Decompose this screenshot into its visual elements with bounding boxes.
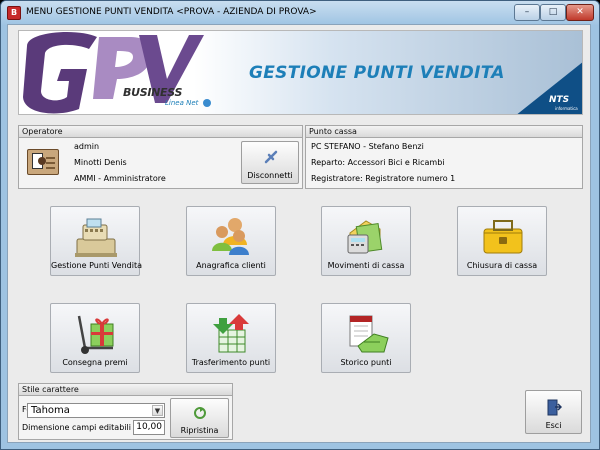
reset-button[interactable]: Ripristina (170, 398, 229, 438)
tile-movimenti-di-cassa[interactable]: Movimenti di cassa (321, 206, 411, 276)
stile-carattere-header: Stile carattere (18, 383, 233, 396)
operator-role: AMMI - Amministratore (74, 174, 166, 183)
font-select-value: Tahoma (31, 405, 70, 416)
tile-storico-punti[interactable]: Storico punti (321, 303, 411, 373)
minimize-icon: – (524, 7, 530, 17)
title-bar[interactable]: B MENU GESTIONE PUNTI VENDITA <PROVA - A… (1, 1, 599, 25)
disconnect-label: Disconnetti (247, 171, 293, 180)
operator-full-name: Minotti Denis (74, 158, 127, 167)
exit-door-icon (547, 399, 562, 416)
tile-label: Chiusura di cassa (466, 261, 538, 270)
disconnect-button[interactable]: Disconnetti (241, 141, 299, 184)
tile-label: Movimenti di cassa (327, 261, 405, 270)
operator-badge-icon (27, 149, 59, 175)
banner-business: BUSINESS (123, 86, 183, 99)
reset-label: Ripristina (180, 426, 219, 435)
close-button[interactable]: ✕ (566, 4, 594, 21)
exit-button[interactable]: Esci (525, 390, 582, 434)
operator-username: admin (74, 142, 100, 151)
tile-anagrafica-clienti[interactable]: Anagrafica clienti (186, 206, 276, 276)
size-input[interactable]: 10,00 (133, 420, 165, 435)
pc-registratore: Registratore: Registratore numero 1 (311, 174, 456, 183)
cash-movements-icon (347, 220, 383, 254)
reset-icon (194, 407, 206, 419)
tile-consegna-premi[interactable]: Consegna premi (50, 303, 140, 373)
tile-label: Anagrafica clienti (196, 261, 266, 270)
tile-gestione-punti-vendita[interactable]: Gestione Punti Vendita (50, 206, 142, 276)
linea-net-dot (203, 99, 211, 107)
nts-logo-sub: informatica (555, 106, 578, 111)
tile-label: Consegna premi (62, 358, 128, 367)
maximize-icon: □ (548, 7, 558, 17)
tile-label: Gestione Punti Vendita (51, 261, 142, 270)
tile-chiusura-di-cassa[interactable]: Chiusura di cassa (457, 206, 547, 276)
client-area: BUSINESS Linea Net GESTIONE PUNTI VENDIT… (7, 24, 591, 443)
banner-linea: Linea Net (165, 99, 199, 107)
customers-icon (212, 218, 249, 255)
cash-register-icon (75, 218, 117, 257)
pc-name: PC STEFANO - Stefano Benzi (311, 142, 424, 151)
size-label: Dimensione campi editabili (22, 423, 131, 432)
font-select[interactable]: Tahoma ▼ (27, 403, 165, 418)
nts-logo: NTS (549, 95, 570, 105)
tile-label: Trasferimento punti (191, 358, 271, 367)
disconnect-plug-icon (264, 150, 278, 164)
punto-cassa-header: Punto cassa (305, 125, 583, 138)
banner-title: GESTIONE PUNTI VENDITA (249, 63, 505, 83)
app-icon[interactable]: B (7, 6, 21, 20)
gift-trolley-icon (77, 315, 114, 354)
punto-cassa-panel: PC STEFANO - Stefano Benzi Reparto: Acce… (305, 138, 583, 189)
header-banner: BUSINESS Linea Net GESTIONE PUNTI VENDIT… (18, 30, 583, 115)
tile-trasferimento-punti[interactable]: Trasferimento punti (186, 303, 276, 373)
window-title: MENU GESTIONE PUNTI VENDITA <PROVA - AZI… (26, 7, 317, 17)
operatore-panel: admin Minotti Denis AMMI - Amministrator… (18, 138, 303, 189)
operatore-header: Operatore (18, 125, 303, 138)
close-icon: ✕ (576, 7, 584, 17)
transfer-points-icon (213, 314, 249, 353)
tile-label: Storico punti (340, 358, 392, 367)
exit-label: Esci (545, 421, 562, 430)
minimize-button[interactable]: – (514, 4, 540, 21)
chevron-down-icon[interactable]: ▼ (152, 405, 163, 416)
pc-reparto: Reparto: Accessori Bici e Ricambi (311, 158, 445, 167)
cash-box-icon (483, 220, 523, 254)
maximize-button[interactable]: □ (540, 4, 566, 21)
points-history-icon (349, 315, 389, 353)
